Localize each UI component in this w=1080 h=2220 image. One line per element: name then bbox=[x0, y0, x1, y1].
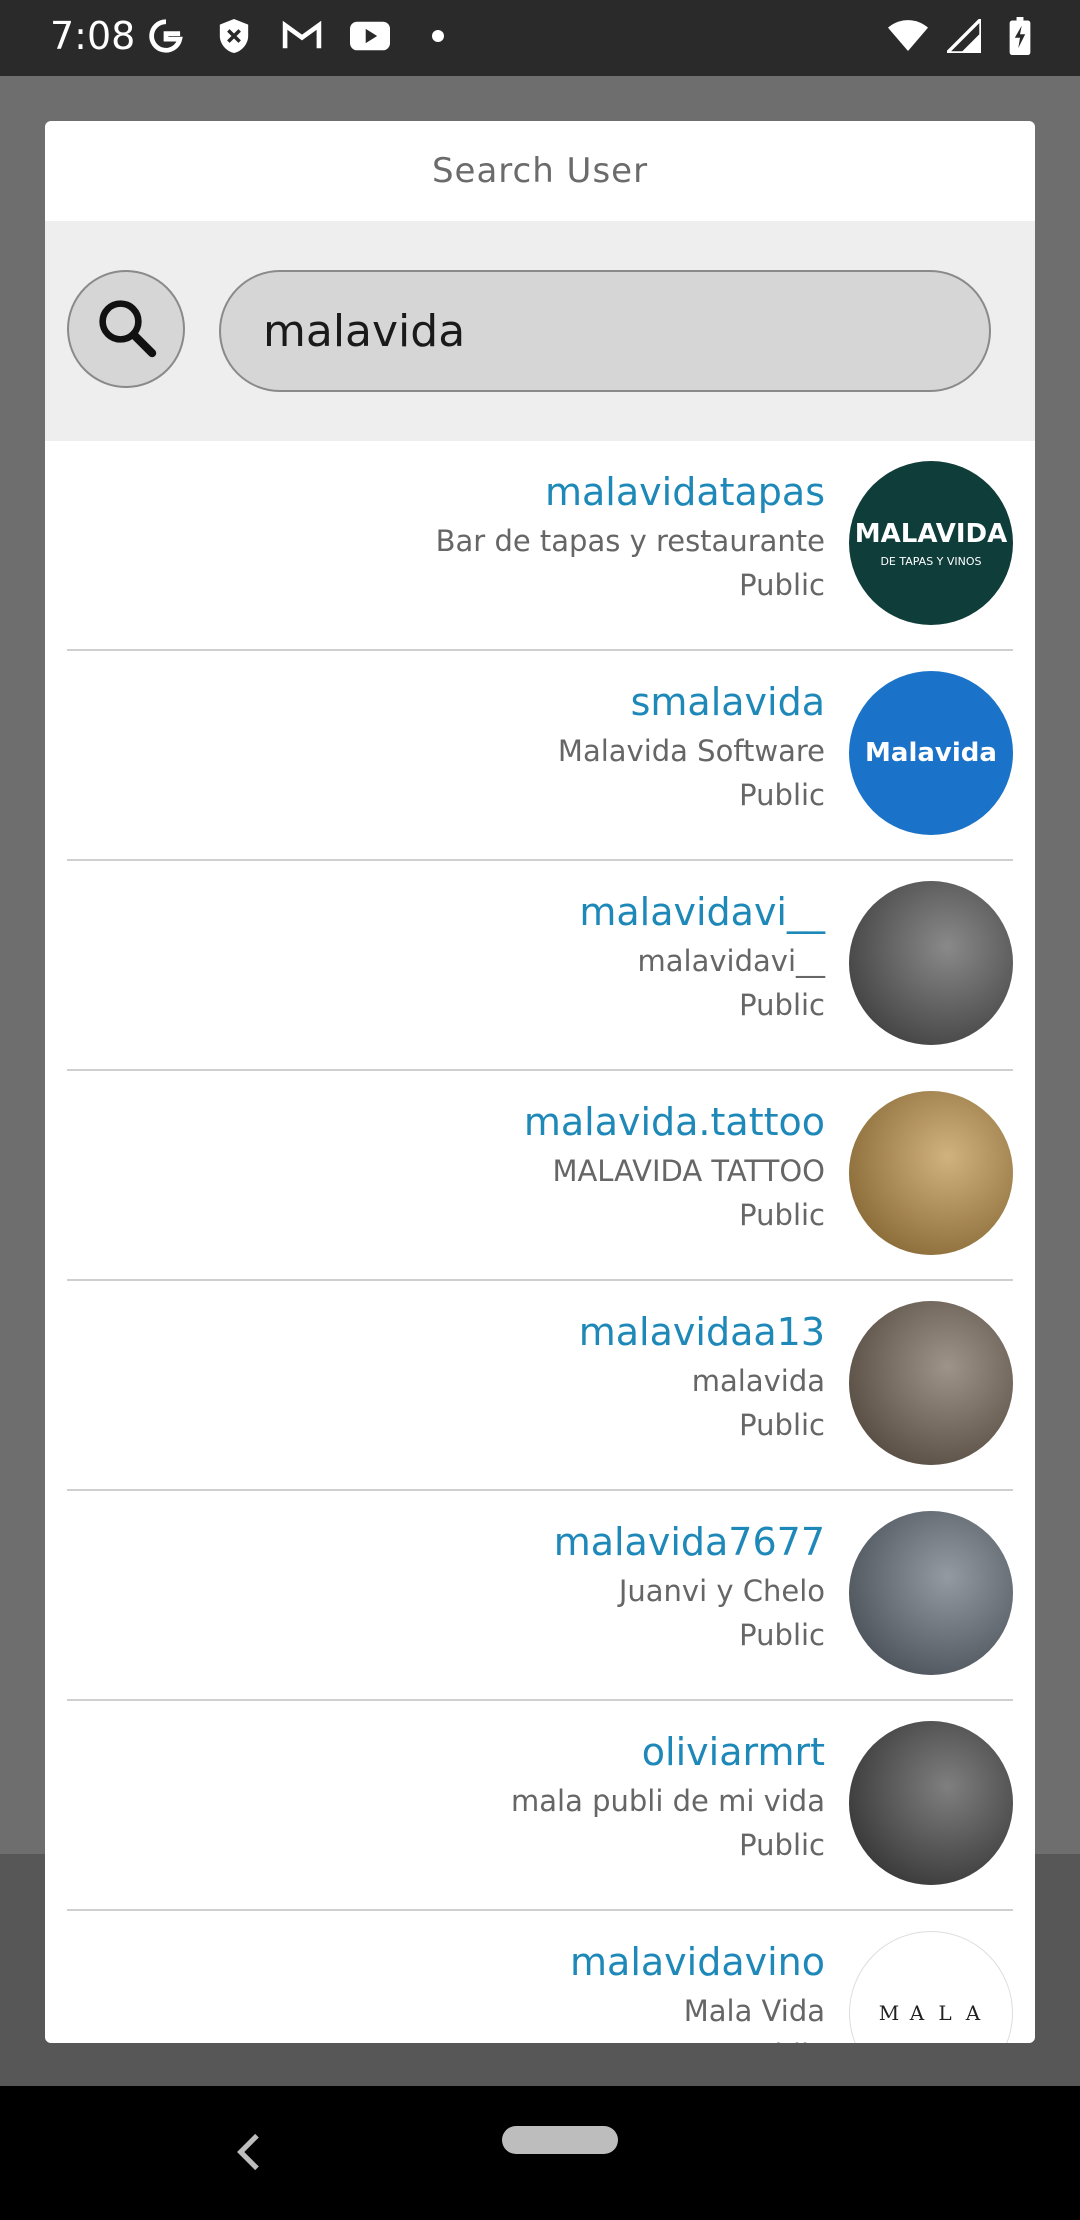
avatar-logo-title: Malavida bbox=[865, 738, 997, 768]
avatar[interactable]: Malavida bbox=[849, 671, 1013, 835]
gmail-icon bbox=[282, 16, 322, 56]
result-username: malavidatapas bbox=[545, 470, 825, 514]
avatar-logo-subtitle: DE TAPAS Y VINOS bbox=[880, 554, 982, 568]
result-visibility: Public bbox=[739, 1198, 825, 1232]
search-button[interactable] bbox=[67, 270, 185, 388]
avatar[interactable] bbox=[849, 1511, 1013, 1675]
result-texts: malavidatapas Bar de tapas y restaurante P… bbox=[436, 465, 825, 607]
result-description: MALAVIDA TATTOO bbox=[552, 1154, 825, 1188]
result-visibility: Public bbox=[570, 2033, 825, 2043]
avatar[interactable]: MALA bbox=[849, 1931, 1013, 2043]
result-texts: malavidaa13 malavida Public bbox=[579, 1305, 825, 1447]
avatar-grid: MALA bbox=[876, 2001, 986, 2025]
result-description: Bar de tapas y restaurante bbox=[435, 524, 825, 558]
result-username: malavidavi__ bbox=[579, 890, 825, 934]
avatar-grid-letter: M bbox=[878, 2001, 900, 2025]
result-texts: malavida7677 Juanvi y Chelo Public bbox=[554, 1515, 825, 1657]
result-visibility: Public bbox=[739, 778, 825, 812]
avatar-grid-letter: A bbox=[909, 2001, 925, 2025]
result-description: mala publi de mi vida bbox=[511, 1784, 825, 1818]
search-icon bbox=[93, 294, 159, 364]
avatar-photo bbox=[849, 1511, 1013, 1675]
result-visibility: Public bbox=[739, 1618, 825, 1652]
result-description: Mala Vida bbox=[683, 1994, 825, 2028]
search-bar bbox=[45, 221, 1035, 441]
shield-x-icon bbox=[214, 16, 254, 56]
avatar-logo: Malavida bbox=[865, 738, 997, 768]
navigation-bar bbox=[0, 2086, 1080, 2220]
list-item[interactable]: oliviarmrt mala publi de mi vida Public bbox=[67, 1701, 1013, 1911]
status-time: 7:08 bbox=[50, 14, 136, 58]
result-description: malavida bbox=[691, 1364, 825, 1398]
avatar[interactable] bbox=[849, 1301, 1013, 1465]
avatar-grid-letter: A bbox=[965, 2001, 981, 2025]
result-username: malavida.tattoo bbox=[523, 1100, 825, 1144]
list-item[interactable]: malavida.tattoo MALAVIDA TATTOO Public bbox=[67, 1071, 1013, 1281]
avatar[interactable] bbox=[849, 1091, 1013, 1255]
home-pill-icon[interactable] bbox=[502, 2126, 618, 2154]
result-username: malavida7677 bbox=[553, 1520, 825, 1564]
avatar-photo bbox=[849, 1301, 1013, 1465]
list-item[interactable]: malavidatapas Bar de tapas y restaurante P… bbox=[67, 441, 1013, 651]
battery-icon bbox=[1000, 16, 1040, 56]
result-texts: malavidavi__ malavidavi__ Public bbox=[579, 885, 825, 1027]
result-texts: smalavida Malavida Software Public bbox=[558, 675, 825, 817]
result-username: malavidavino bbox=[570, 1940, 825, 1984]
avatar-logo: MALAVIDA DE TAPAS Y VINOS bbox=[855, 519, 1007, 568]
result-username: malavidaa13 bbox=[578, 1310, 825, 1354]
youtube-icon bbox=[350, 16, 390, 56]
avatar-photo bbox=[849, 1721, 1013, 1885]
avatar-grid-letter: L bbox=[938, 2001, 952, 2025]
google-icon bbox=[146, 16, 186, 56]
result-texts: malavidavino Mala Vida Public bbox=[570, 1935, 825, 2043]
list-item[interactable]: malavidavi__ malavidavi__ Public bbox=[67, 861, 1013, 1071]
avatar[interactable]: MALAVIDA DE TAPAS Y VINOS bbox=[849, 461, 1013, 625]
dot-icon bbox=[418, 16, 458, 56]
result-username: smalavida bbox=[630, 680, 825, 724]
list-item[interactable]: malavidavinoMala VidaPublicMALA bbox=[67, 1911, 1013, 2043]
list-item[interactable]: malavida7677 Juanvi y Chelo Public bbox=[67, 1491, 1013, 1701]
list-item[interactable]: smalavida Malavida Software Public Malavida bbox=[67, 651, 1013, 861]
avatar[interactable] bbox=[849, 1721, 1013, 1885]
avatar-photo bbox=[849, 1091, 1013, 1255]
result-texts: oliviarmrt mala publi de mi vida Public bbox=[511, 1725, 825, 1867]
status-bar: 7:08 bbox=[0, 0, 1080, 76]
search-user-dialog: Search User malavidatapas Bar de tapas y … bbox=[45, 121, 1035, 2043]
result-description: malavidavi__ bbox=[637, 944, 825, 978]
result-username: oliviarmrt bbox=[641, 1730, 825, 1774]
search-input[interactable] bbox=[219, 270, 991, 392]
wifi-icon bbox=[888, 16, 928, 56]
result-description: Juanvi y Chelo bbox=[618, 1574, 825, 1608]
result-visibility: Public bbox=[739, 988, 825, 1022]
result-visibility: Public bbox=[739, 1828, 825, 1862]
result-visibility: Public bbox=[739, 568, 825, 602]
results-list[interactable]: malavidatapas Bar de tapas y restaurante P… bbox=[45, 441, 1035, 2043]
avatar-logo-title: MALAVIDA bbox=[854, 518, 1008, 549]
list-item[interactable]: malavidaa13 malavida Public bbox=[67, 1281, 1013, 1491]
dialog-title: Search User bbox=[431, 151, 649, 191]
result-description: Malavida Software bbox=[557, 734, 825, 768]
back-chevron-icon[interactable] bbox=[222, 2124, 278, 2180]
result-visibility: Public bbox=[739, 1408, 825, 1442]
avatar-photo bbox=[849, 881, 1013, 1045]
result-texts: malavida.tattoo MALAVIDA TATTOO Public bbox=[524, 1095, 825, 1237]
signal-icon bbox=[944, 16, 984, 56]
avatar[interactable] bbox=[849, 881, 1013, 1045]
